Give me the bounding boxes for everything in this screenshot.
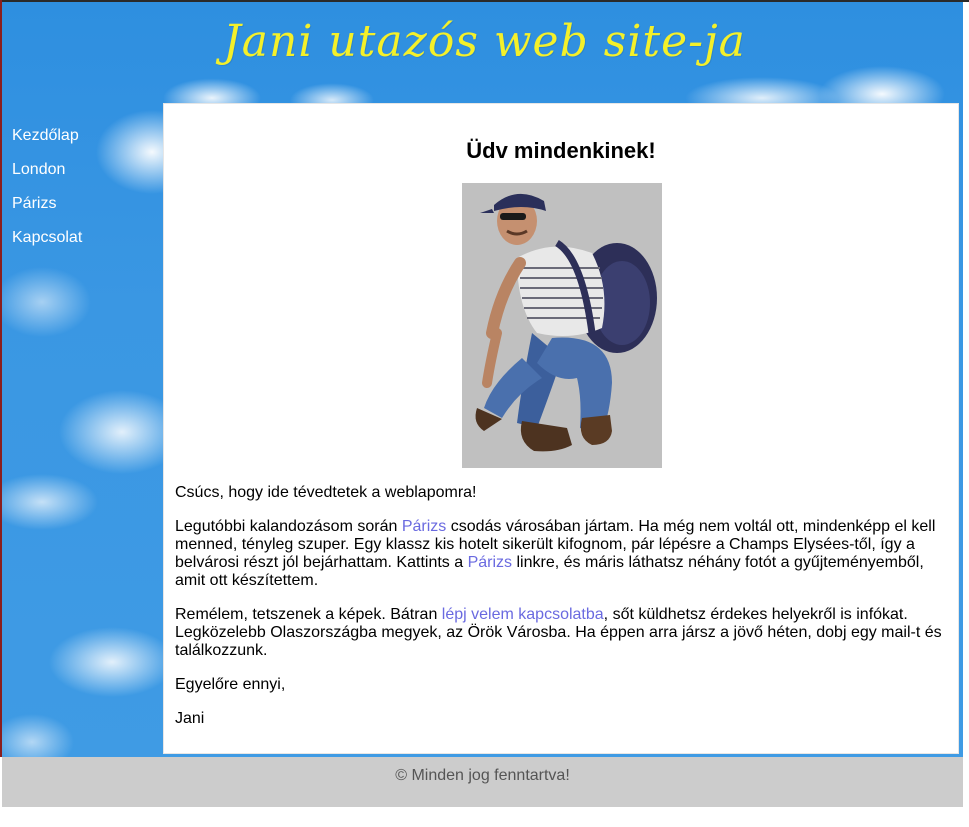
nav-item-contact[interactable]: Kapcsolat	[12, 228, 82, 262]
contact-link[interactable]: lépj velem kapcsolatba	[442, 606, 604, 623]
paris-link[interactable]: Párizs	[402, 518, 446, 535]
paris-paragraph: Legutóbbi kalandozásom során Párizs csod…	[175, 518, 947, 590]
traveler-photo	[462, 183, 662, 468]
closing-paragraph: Egyelőre ennyi,	[175, 676, 286, 693]
intro-paragraph: Csúcs, hogy ide tévedtetek a weblapomra!	[175, 484, 477, 501]
paris-link-2[interactable]: Párizs	[468, 554, 512, 571]
traveler-illustration	[475, 193, 657, 452]
nav-item-home[interactable]: Kezdőlap	[12, 126, 82, 160]
welcome-text: Csúcs, hogy ide tévedtetek a weblapomra!…	[175, 484, 947, 744]
text-segment: Remélem, tetszenek a képek. Bátran	[175, 606, 442, 623]
site-title: Jani utazós web site-ja	[223, 16, 746, 67]
contact-paragraph: Remélem, tetszenek a képek. Bátran lépj …	[175, 606, 947, 660]
copyright-text: © Minden jog fenntartva!	[395, 767, 570, 784]
main-content: Üdv mindenkinek! Csúcs, hogy ide tévedte…	[163, 103, 959, 754]
nav-item-london[interactable]: London	[12, 160, 82, 194]
sidebar-nav: Kezdőlap London Párizs Kapcsolat	[12, 126, 82, 262]
page-heading: Üdv mindenkinek!	[466, 138, 656, 163]
text-segment: Legutóbbi kalandozásom során	[175, 518, 402, 535]
nav-item-paris[interactable]: Párizs	[12, 194, 82, 228]
signature: Jani	[175, 710, 205, 727]
footer: © Minden jog fenntartva!	[2, 757, 963, 807]
window-left-border	[0, 0, 2, 757]
